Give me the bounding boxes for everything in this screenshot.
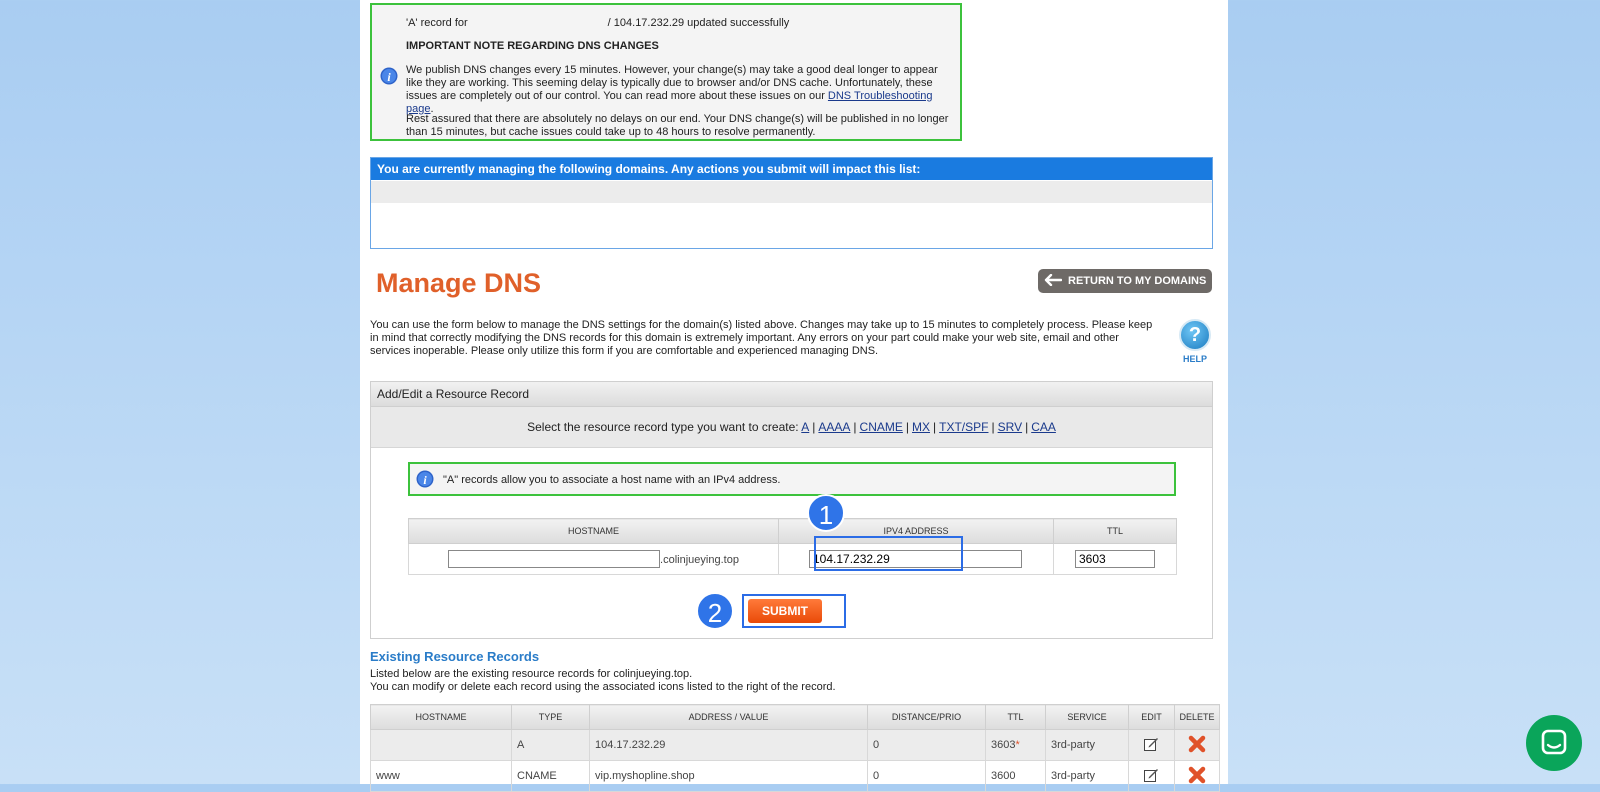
table-row: www CNAME vip.myshopline.shop 0 3600 3rd… <box>370 760 1220 792</box>
existing-records-description: Listed below are the existing resource r… <box>370 668 836 694</box>
submit-highlight-box <box>742 594 846 628</box>
record-service: 3rd-party <box>1045 729 1129 761</box>
edit-icon[interactable] <box>1143 736 1159 755</box>
record-hostname <box>370 729 512 761</box>
step-badge-1: 1 <box>807 494 845 532</box>
existing-records-line-1: Listed below are the existing resource r… <box>370 668 693 680</box>
record-ttl-value: 3603 <box>991 739 1016 751</box>
notice-paragraph-1: We publish DNS changes every 15 minutes.… <box>406 64 938 115</box>
domain-suffix: .colinjueying.top <box>660 554 739 566</box>
existing-records-line-2: You can modify or delete each record usi… <box>370 681 836 693</box>
record-type-txt-link[interactable]: TXT/SPF <box>939 420 988 434</box>
record-suffix: / 104.17.232.29 updated successfully <box>607 17 790 29</box>
notice-paragraph-2: Rest assured that there are absolutely n… <box>406 113 949 138</box>
page-title: Manage DNS <box>376 268 542 298</box>
help-label: HELP <box>1182 354 1207 364</box>
column-header: TTL <box>985 704 1046 730</box>
record-type-prompt: Select the resource record type you want… <box>527 420 799 434</box>
record-prefix: 'A' record for <box>406 17 468 29</box>
step-badge-2: 2 <box>696 592 734 630</box>
edit-cell <box>1128 729 1175 761</box>
info-icon: i <box>380 67 398 88</box>
hostname-input[interactable] <box>448 550 661 568</box>
managed-domain-row <box>371 181 1212 203</box>
column-header: TYPE <box>511 704 590 730</box>
column-header: HOSTNAME <box>370 704 512 730</box>
page-description: You can use the form below to manage the… <box>370 319 1153 357</box>
edit-cell <box>1128 760 1175 792</box>
edit-icon[interactable] <box>1143 767 1159 786</box>
table-row: A 104.17.232.29 0 3603* 3rd-party <box>370 729 1220 761</box>
column-header: DISTANCE/PRIO <box>867 704 986 730</box>
record-type-cname-link[interactable]: CNAME <box>860 420 903 434</box>
record-hostname: www <box>370 760 512 792</box>
record-value: vip.myshopline.shop <box>589 760 868 792</box>
record-type-a-link[interactable]: A <box>801 420 809 434</box>
record-service: 3rd-party <box>1045 760 1129 792</box>
existing-records-table: HOSTNAME TYPE ADDRESS / VALUE DISTANCE/P… <box>370 704 1220 792</box>
record-type-aaaa-link[interactable]: AAAA <box>818 420 850 434</box>
record-type-srv-link[interactable]: SRV <box>998 420 1022 434</box>
chat-icon <box>1526 729 1582 774</box>
delete-cell <box>1174 729 1220 761</box>
chat-launcher-button[interactable] <box>1526 715 1582 771</box>
delete-cell <box>1174 760 1220 792</box>
success-notice: i 'A' record for / 104.17.232.29 updated … <box>370 3 962 141</box>
record-value: 104.17.232.29 <box>589 729 868 761</box>
delete-icon[interactable] <box>1188 735 1206 758</box>
record-ttl: 3600 <box>985 760 1046 792</box>
managed-domains-box: You are currently managing the following… <box>370 157 1213 249</box>
column-header: EDIT <box>1128 704 1175 730</box>
notice-heading: IMPORTANT NOTE REGARDING DNS CHANGES <box>406 40 659 52</box>
column-header: TTL <box>1053 518 1177 544</box>
column-header: DELETE <box>1174 704 1220 730</box>
record-prio: 0 <box>867 760 986 792</box>
a-record-note: i "A" records allow you to associate a h… <box>408 462 1176 496</box>
ttl-pending-mark: * <box>1015 739 1020 751</box>
arrow-left-icon <box>1044 273 1063 288</box>
return-to-domains-label: RETURN TO MY DOMAINS <box>1068 275 1207 287</box>
record-type: A <box>511 729 590 761</box>
return-to-domains-button[interactable]: RETURN TO MY DOMAINS <box>1038 269 1212 293</box>
record-ttl: 3603* <box>985 729 1046 761</box>
column-header: SERVICE <box>1045 704 1129 730</box>
column-header: HOSTNAME <box>408 518 779 544</box>
column-header: ADDRESS / VALUE <box>589 704 868 730</box>
record-type-selector: Select the resource record type you want… <box>371 407 1212 448</box>
record-prio: 0 <box>867 729 986 761</box>
delete-icon[interactable] <box>1188 766 1206 789</box>
record-ttl-value: 3600 <box>991 770 1016 782</box>
managed-domains-header: You are currently managing the following… <box>371 158 1212 180</box>
record-type-caa-link[interactable]: CAA <box>1031 420 1056 434</box>
existing-records-title: Existing Resource Records <box>370 649 540 664</box>
ipv4-highlight-box <box>814 536 963 571</box>
record-type-mx-link[interactable]: MX <box>912 420 930 434</box>
add-edit-header: Add/Edit a Resource Record <box>371 382 1212 407</box>
record-updated-message: 'A' record for / 104.17.232.29 updated su… <box>406 17 789 29</box>
a-record-form: HOSTNAME IPV4 ADDRESS TTL .colinjueying.… <box>408 518 1177 575</box>
record-type: CNAME <box>511 760 590 792</box>
help-icon: ? <box>1179 319 1211 351</box>
a-record-note-text: "A" records allow you to associate a hos… <box>443 474 781 486</box>
dns-page: i 'A' record for / 104.17.232.29 updated … <box>360 0 1228 792</box>
info-icon: i <box>416 470 434 491</box>
help-button[interactable]: ? HELP <box>1178 319 1212 364</box>
ttl-input[interactable] <box>1075 550 1155 568</box>
